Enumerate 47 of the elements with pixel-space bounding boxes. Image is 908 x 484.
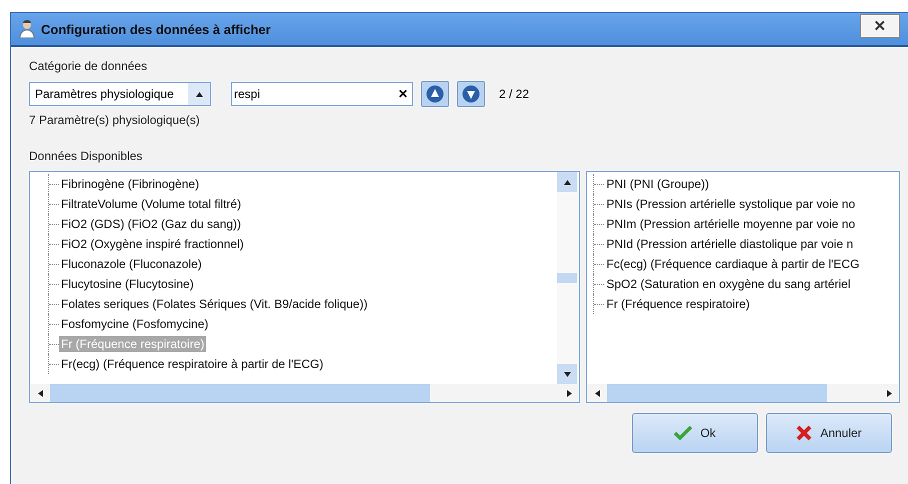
tree-item[interactable]: Fr(ecg) (Fréquence respiratoire à partir de l'ECG)	[59, 356, 326, 372]
match-counter: 2 / 22	[499, 87, 530, 101]
left-triangle-icon	[38, 390, 42, 396]
count-text: 7 Paramètre(s) physiologique(s)	[29, 113, 201, 127]
vertical-scrollbar[interactable]	[557, 172, 580, 384]
tree-item[interactable]: Fosfomycine (Fosfomycine)	[59, 316, 210, 332]
up-triangle-icon	[196, 92, 202, 96]
down-triangle-icon	[564, 372, 571, 376]
horizontal-scrollbar[interactable]	[30, 384, 580, 402]
cancel-button[interactable]: Annuler	[766, 413, 892, 453]
scroll-up-button[interactable]	[557, 172, 578, 192]
tree-item[interactable]: FiO2 (GDS) (FiO2 (Gaz du sang))	[59, 216, 244, 232]
checkmark-icon	[674, 426, 692, 440]
tree-item[interactable]: PNIm (Pression artérielle moyenne par voie no	[604, 216, 858, 232]
right-triangle-icon	[566, 390, 572, 396]
horizontal-scrollbar[interactable]	[587, 384, 899, 402]
up-triangle-icon	[564, 180, 571, 184]
tree-item[interactable]: PNI (PNI (Groupe))	[604, 176, 712, 192]
ok-button[interactable]: Ok	[632, 413, 758, 453]
scroll-thumb[interactable]	[50, 384, 430, 402]
tree-item[interactable]: PNIs (Pression artérielle systolique par voie no	[604, 196, 858, 212]
tree-item[interactable]: FiltrateVolume (Volume total filtré)	[59, 196, 244, 212]
tree-item[interactable]: Fibrinogène (Fibrinogène)	[59, 176, 202, 192]
tree-item[interactable]: SpO2 (Saturation en oxygène du sang artériel	[604, 276, 853, 292]
tree-item[interactable]: Flucytosine (Flucytosine)	[59, 276, 196, 292]
right-triangle-icon	[886, 390, 892, 396]
next-match-button[interactable]	[457, 81, 485, 107]
search-field[interactable]: respi ✕	[231, 82, 413, 106]
tree-item[interactable]: FiO2 (Oxygène inspiré fractionnel)	[59, 236, 246, 252]
tree-item[interactable]: Fc(ecg) (Fréquence cardiaque à partir de l'ECG	[604, 256, 862, 272]
dropdown-button[interactable]	[188, 83, 210, 105]
scroll-thumb[interactable]	[607, 384, 828, 402]
scroll-down-button[interactable]	[557, 364, 578, 384]
tree-item[interactable]: Fluconazole (Fluconazole)	[59, 256, 204, 272]
tree-item[interactable]: Folates seriques (Folates Sériques (Vit. B9/acide folique))	[59, 296, 370, 312]
available-data-label: Données Disponibles	[29, 149, 144, 163]
close-button[interactable]: ✕	[860, 14, 900, 38]
tree-item[interactable]: Fr (Fréquence respiratoire)	[604, 296, 752, 312]
close-icon	[796, 425, 812, 441]
category-label: Catégorie de données	[29, 59, 148, 73]
scroll-thumb[interactable]	[557, 273, 578, 283]
tree-item[interactable]: PNId (Pression artérielle diastolique par voie n	[604, 236, 856, 252]
window-title: Configuration des données à afficher	[41, 22, 272, 36]
clear-button[interactable]: ✕	[394, 87, 412, 101]
category-dropdown[interactable]: Paramètres physiologique	[29, 82, 211, 106]
previous-match-button[interactable]	[421, 81, 449, 107]
left-triangle-icon	[594, 390, 600, 396]
